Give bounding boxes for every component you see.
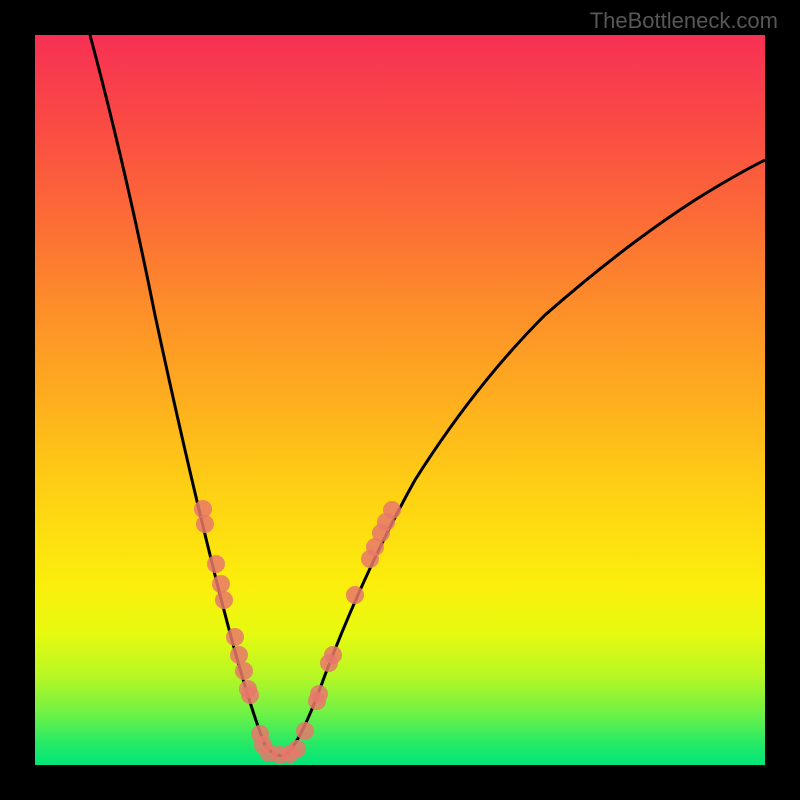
chart-plot-area bbox=[35, 35, 765, 765]
data-point bbox=[310, 685, 328, 703]
data-point bbox=[207, 555, 225, 573]
data-point bbox=[296, 722, 314, 740]
data-point bbox=[212, 575, 230, 593]
chart-svg bbox=[35, 35, 765, 765]
data-point bbox=[324, 646, 342, 664]
data-point bbox=[241, 686, 259, 704]
data-point bbox=[288, 740, 306, 758]
data-point bbox=[235, 662, 253, 680]
data-point bbox=[230, 646, 248, 664]
data-points-group bbox=[194, 500, 401, 764]
data-point bbox=[215, 591, 233, 609]
data-point bbox=[196, 515, 214, 533]
watermark-text: TheBottleneck.com bbox=[590, 8, 778, 34]
data-point bbox=[226, 628, 244, 646]
data-point bbox=[346, 586, 364, 604]
data-point bbox=[383, 501, 401, 519]
bottleneck-curve bbox=[90, 35, 765, 756]
